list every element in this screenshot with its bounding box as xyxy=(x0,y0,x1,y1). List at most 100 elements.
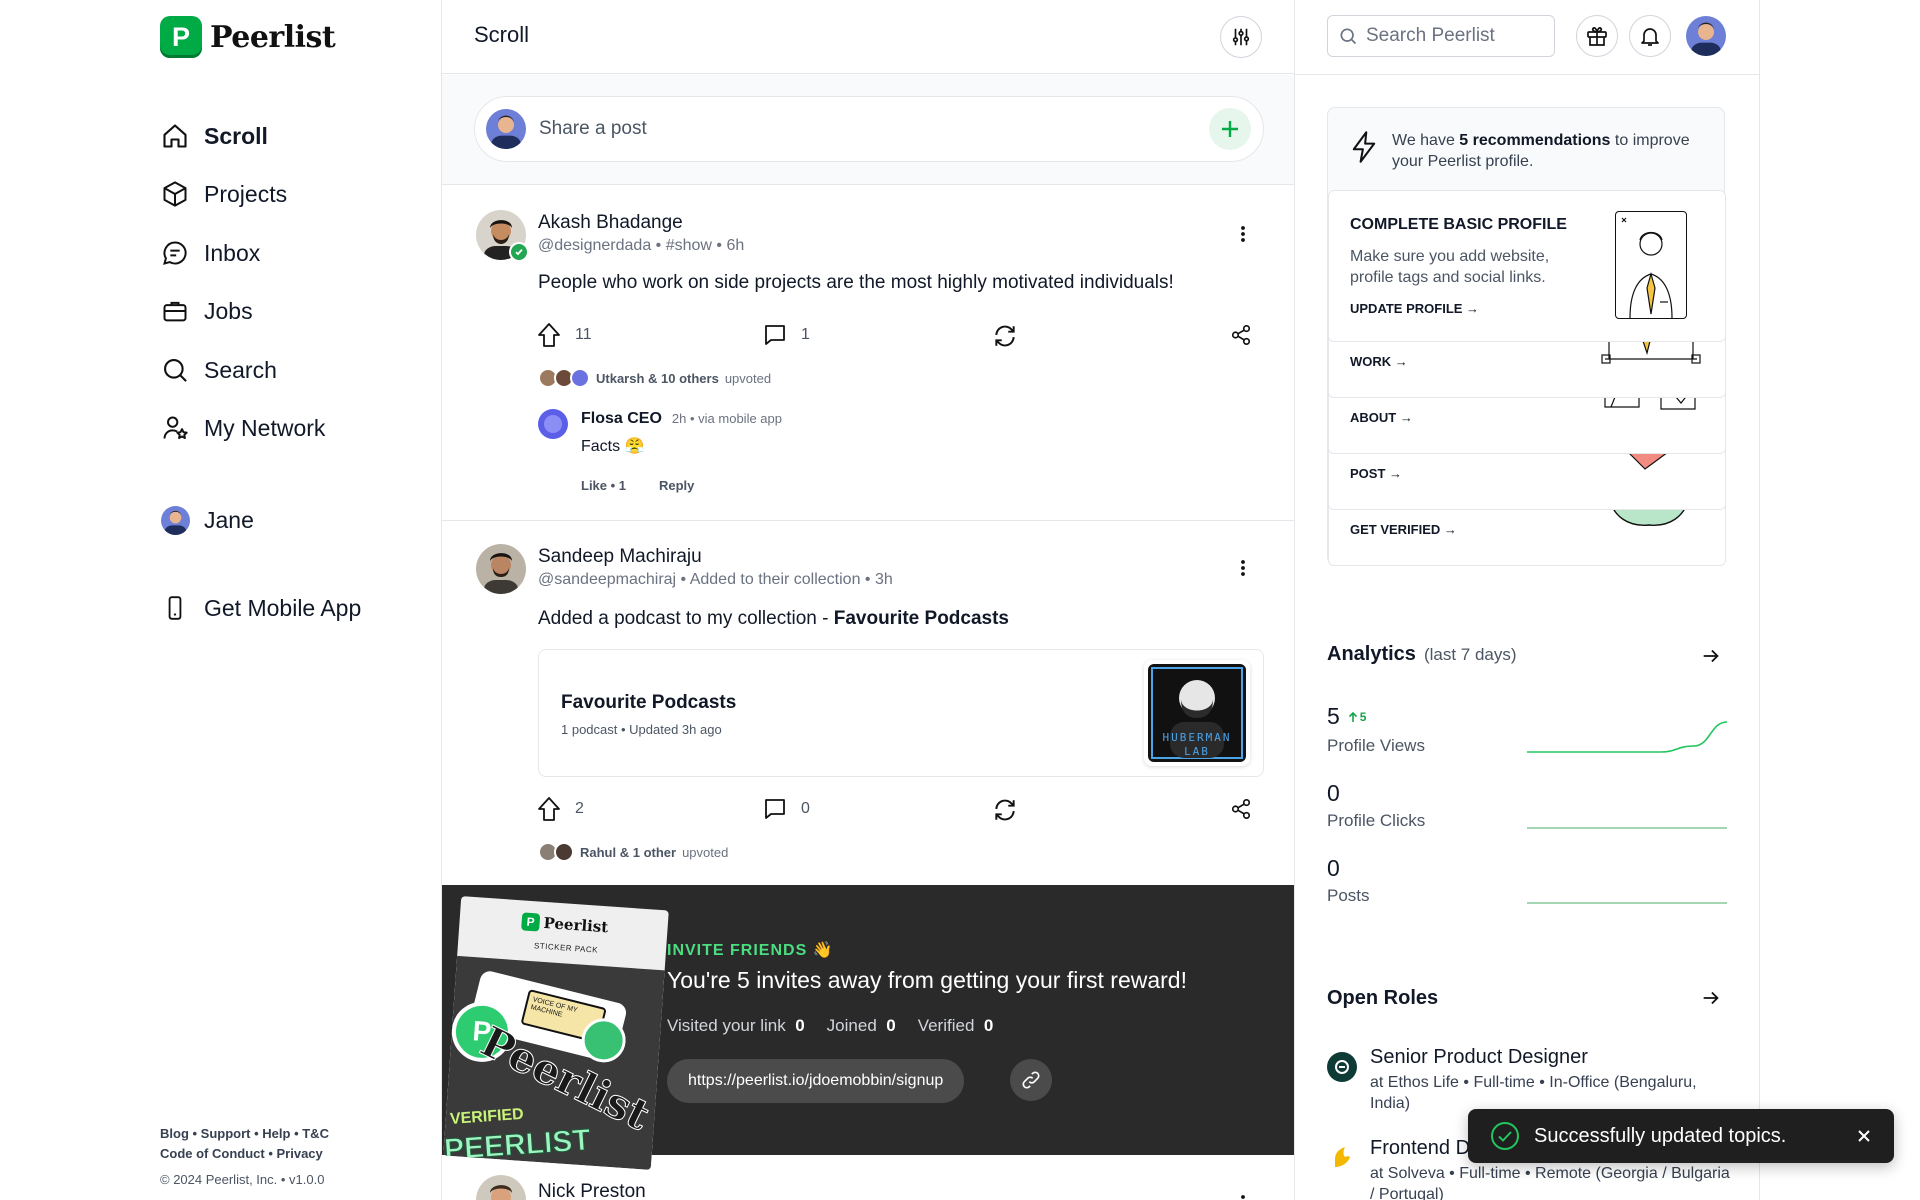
feed-post: Akash Bhadange @designerdada • #show • 6… xyxy=(442,186,1294,521)
verified-badge-icon xyxy=(509,242,529,262)
sticker-pack-caption: STICKER PACK xyxy=(533,941,599,955)
open-roles-open-button[interactable] xyxy=(1700,987,1722,1009)
upvoters-summary[interactable]: Utkarsh & 10 others upvoted xyxy=(538,368,771,388)
nav-item-jobs[interactable]: Jobs xyxy=(160,293,253,329)
post-tag[interactable]: #show xyxy=(666,237,712,254)
footer-link-code-of-conduct[interactable]: Code of Conduct xyxy=(160,1146,265,1161)
get-verified-link[interactable]: GET VERIFIED → xyxy=(1350,522,1457,537)
work-link[interactable]: WORK → xyxy=(1350,354,1408,369)
main-feed: Scroll Share a post Akash Bhadange @desi… xyxy=(442,0,1295,1200)
avatar[interactable] xyxy=(476,1175,526,1200)
trend-chart-posts xyxy=(1527,902,1727,904)
stat-value: 5 xyxy=(1327,703,1340,729)
post-body: People who work on side projects are the… xyxy=(538,272,1174,293)
upvoters-summary[interactable]: Rahul & 1 other upvoted xyxy=(538,842,728,862)
invite-link-field[interactable]: https://peerlist.io/jdoemobbin/signup xyxy=(667,1059,965,1103)
podcast-cover-title: HUBERMAN LAB xyxy=(1162,731,1232,758)
comment-icon xyxy=(763,797,787,821)
comment-author-name[interactable]: Flosa CEO xyxy=(581,410,662,428)
company-logo xyxy=(1327,1052,1357,1082)
reco-item-complete-basic-profile[interactable]: COMPLETE BASIC PROFILE Make sure you add… xyxy=(1328,190,1726,342)
analytics-header: Analytics (last 7 days) xyxy=(1327,643,1517,666)
nav-label: Projects xyxy=(204,180,288,207)
update-profile-link[interactable]: UPDATE PROFILE → xyxy=(1350,301,1479,316)
nav-label: Jobs xyxy=(204,297,253,324)
share-button[interactable] xyxy=(1230,324,1252,346)
peerlist-wordmark: Peerlist xyxy=(210,19,336,55)
chat-icon xyxy=(160,238,190,268)
footer-link-privacy[interactable]: Privacy xyxy=(277,1146,323,1161)
nav-label: Scroll xyxy=(204,122,268,149)
share-post-composer[interactable]: Share a post xyxy=(474,96,1264,162)
nav-item-inbox[interactable]: Inbox xyxy=(160,235,260,271)
comment-button[interactable]: 1 xyxy=(763,323,810,347)
analytics-open-button[interactable] xyxy=(1700,645,1722,667)
nav-item-profile[interactable]: Jane xyxy=(160,502,254,538)
post-author-handle[interactable]: @sandeepmachiraj xyxy=(538,571,676,588)
profile-avatar-button[interactable] xyxy=(1686,16,1726,56)
upvoters-names: Utkarsh & 10 others xyxy=(596,370,719,386)
add-post-button[interactable] xyxy=(1209,108,1251,150)
open-roles-title: Open Roles xyxy=(1327,987,1439,1009)
avatar xyxy=(486,109,526,149)
post-author-handle[interactable]: @designerdada xyxy=(538,237,651,254)
post-more-button[interactable] xyxy=(1240,1193,1246,1200)
peerlist-logo[interactable]: P Peerlist xyxy=(160,16,336,58)
collection-link[interactable]: Favourite Podcasts xyxy=(834,608,1009,629)
about-link[interactable]: ABOUT → xyxy=(1350,410,1413,425)
comment-reply-button[interactable]: Reply xyxy=(659,478,694,493)
nav-item-scroll[interactable]: Scroll xyxy=(160,118,268,154)
more-vertical-icon xyxy=(1240,224,1246,244)
get-mobile-app-label: Get Mobile App xyxy=(204,594,362,621)
post-link[interactable]: POST → xyxy=(1350,466,1402,481)
upvote-button[interactable]: 11 xyxy=(537,322,592,348)
reco-card-text: Make sure you add website, profile tags … xyxy=(1350,248,1550,286)
search-icon xyxy=(1338,26,1358,46)
share-button[interactable] xyxy=(1230,798,1252,820)
notifications-button[interactable] xyxy=(1629,15,1671,57)
footer-link-support[interactable]: Support xyxy=(201,1126,251,1141)
lightning-icon xyxy=(1350,130,1378,164)
comment-count: 0 xyxy=(801,800,810,817)
footer-link-tandc[interactable]: T&C xyxy=(302,1126,329,1141)
post-author-name[interactable]: Sandeep Machiraju xyxy=(538,546,702,568)
post-more-button[interactable] xyxy=(1240,224,1246,244)
upvote-button[interactable]: 2 xyxy=(537,796,584,822)
comment-like-button[interactable]: Like • 1 xyxy=(581,478,626,493)
upvoter-avatars xyxy=(538,842,574,862)
trend-chart-profile-clicks xyxy=(1527,827,1727,829)
footer-copyright: © 2024 Peerlist, Inc. • v1.0.0 xyxy=(160,1172,325,1187)
repost-button[interactable] xyxy=(992,797,1018,823)
link-icon xyxy=(1021,1070,1041,1090)
post-time: 6h xyxy=(726,237,745,254)
avatar[interactable] xyxy=(538,409,568,439)
nav-item-search[interactable]: Search xyxy=(160,352,277,388)
bell-icon xyxy=(1638,24,1662,48)
post-author-name[interactable]: Akash Bhadange xyxy=(538,212,683,234)
nav-item-my-network[interactable]: My Network xyxy=(160,410,325,446)
avatar[interactable] xyxy=(476,544,526,594)
footer-link-blog[interactable]: Blog xyxy=(160,1126,189,1141)
gift-button[interactable] xyxy=(1576,15,1618,57)
collection-card[interactable]: Favourite Podcasts 1 podcast • Updated 3… xyxy=(538,649,1264,777)
nav-item-projects[interactable]: Projects xyxy=(160,176,287,212)
feed-filter-button[interactable] xyxy=(1220,16,1262,58)
copy-link-button[interactable] xyxy=(1010,1059,1052,1101)
post-author-name[interactable]: Nick Preston xyxy=(538,1181,646,1200)
mobile-phone-icon xyxy=(160,593,190,623)
search-input[interactable] xyxy=(1366,25,1546,47)
repost-button[interactable] xyxy=(992,323,1018,349)
get-mobile-app-link[interactable]: Get Mobile App xyxy=(160,590,361,626)
sticker-pack-brand: Peerlist xyxy=(543,913,609,937)
stat-label: Posts xyxy=(1327,886,1370,905)
footer-link-help[interactable]: Help xyxy=(262,1126,290,1141)
upvote-count: 2 xyxy=(575,800,584,817)
search-peerlist-box[interactable] xyxy=(1327,15,1555,57)
profile-illustration xyxy=(1615,211,1687,319)
comment-button[interactable]: 0 xyxy=(763,797,810,821)
post-more-button[interactable] xyxy=(1240,558,1246,578)
toast-close-button[interactable] xyxy=(1856,1128,1872,1144)
network-icon xyxy=(160,413,190,443)
upvote-arrow-icon xyxy=(537,322,561,348)
invite-stat-visited: Visited your link 0 xyxy=(667,1016,805,1035)
